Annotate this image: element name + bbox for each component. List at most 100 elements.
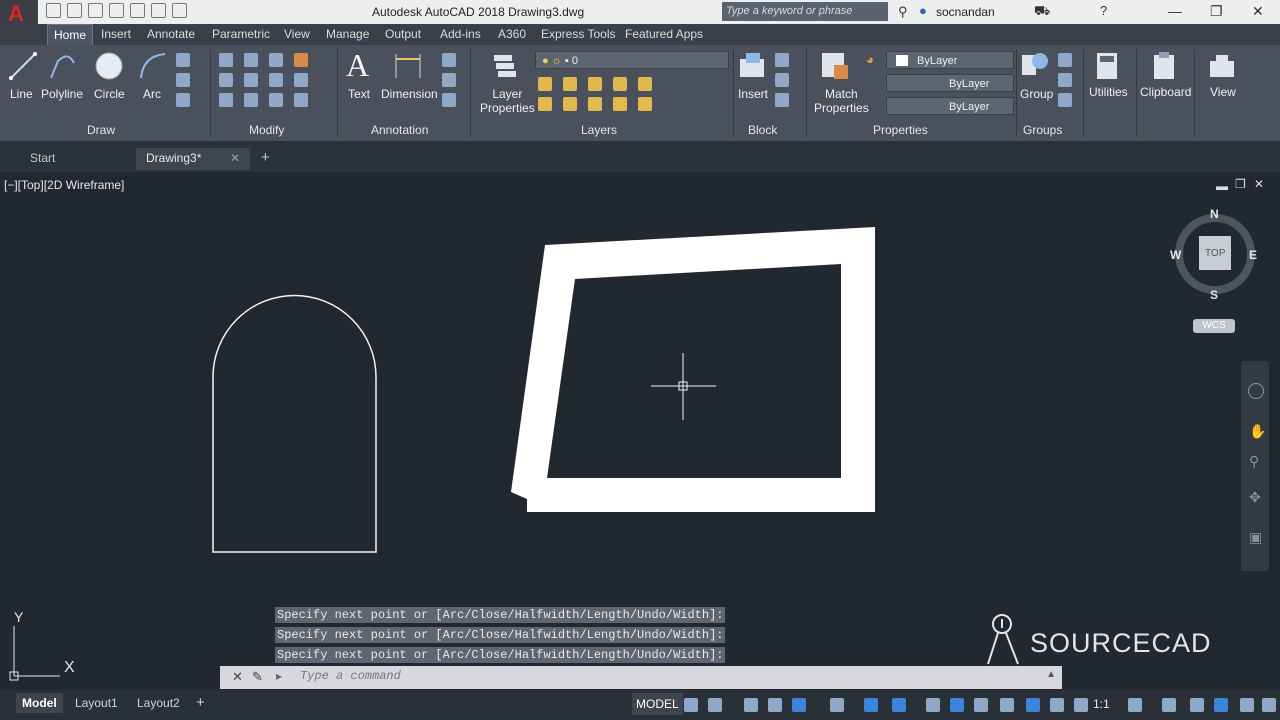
start-tab[interactable]: Start: [20, 148, 135, 170]
rotate-icon[interactable]: [244, 53, 258, 67]
layout2-tab[interactable]: Layout2: [131, 693, 186, 713]
mirror-icon[interactable]: [244, 73, 258, 87]
workspace-gear-icon[interactable]: [1128, 698, 1142, 712]
layer-tool-icon[interactable]: [538, 97, 552, 111]
user-icon[interactable]: ●: [919, 3, 927, 18]
tab-insert[interactable]: Insert: [101, 27, 131, 41]
group-select-icon[interactable]: [1058, 93, 1072, 107]
match-properties-button[interactable]: Match Properties: [814, 87, 869, 115]
model-space-toggle[interactable]: MODEL: [632, 693, 683, 715]
group-button[interactable]: Group: [1020, 87, 1053, 101]
print-icon[interactable]: [130, 3, 145, 18]
layer-tool-icon[interactable]: [588, 97, 602, 111]
tab-view[interactable]: View: [284, 27, 310, 41]
tab-manage[interactable]: Manage: [326, 27, 369, 41]
redo-icon[interactable]: [172, 3, 187, 18]
layer-tool-icon[interactable]: [563, 77, 577, 91]
boundary-icon[interactable]: [176, 93, 190, 107]
lineweight-icon[interactable]: [926, 698, 940, 712]
layer-tool-icon[interactable]: [563, 97, 577, 111]
explode-icon[interactable]: [294, 73, 308, 87]
annotation-panel-title[interactable]: Annotation: [371, 123, 428, 137]
circle-button[interactable]: Circle: [94, 87, 125, 101]
navigation-bar[interactable]: ✋ ⚲ ✥ ▣: [1241, 361, 1269, 571]
move-icon[interactable]: [219, 53, 233, 67]
units-icon[interactable]: [1190, 698, 1204, 712]
text-button[interactable]: Text: [348, 87, 370, 101]
grid-icon[interactable]: [684, 698, 698, 712]
annotation-scale-value[interactable]: 1:1: [1093, 697, 1110, 711]
layer-properties-button[interactable]: Layer Properties: [480, 87, 535, 115]
tab-home[interactable]: Home: [47, 24, 94, 45]
save-icon[interactable]: [88, 3, 103, 18]
new-file-icon[interactable]: [46, 3, 61, 18]
tab-express-tools[interactable]: Express Tools: [541, 27, 615, 41]
isodraft-icon[interactable]: [792, 698, 806, 712]
utilities-button[interactable]: Utilities: [1089, 85, 1128, 99]
tab-annotate[interactable]: Annotate: [147, 27, 195, 41]
ortho-icon[interactable]: [744, 698, 758, 712]
create-block-icon[interactable]: [775, 53, 789, 67]
leader-icon[interactable]: [442, 53, 456, 67]
layer-tool-icon[interactable]: [638, 77, 652, 91]
tab-a360[interactable]: A360: [498, 27, 526, 41]
steering-wheel-icon[interactable]: [1248, 383, 1264, 399]
viewcube-top-face[interactable]: TOP: [1205, 248, 1225, 259]
hardware-acceleration-icon[interactable]: [1214, 698, 1228, 712]
close-tab-icon[interactable]: ✕: [230, 148, 240, 168]
layer-tool-icon[interactable]: [588, 77, 602, 91]
properties-panel-title[interactable]: Properties: [873, 123, 928, 137]
tab-output[interactable]: Output: [385, 27, 421, 41]
compass-west[interactable]: W: [1170, 248, 1181, 262]
selection-cycling-icon[interactable]: [974, 698, 988, 712]
orbit-icon[interactable]: ✥: [1249, 489, 1261, 506]
binoculars-icon[interactable]: ⚲: [898, 4, 908, 20]
clean-screen-icon[interactable]: [1240, 698, 1254, 712]
offset-icon[interactable]: [294, 93, 308, 107]
command-line[interactable]: ✕ ✎ ▸ Type a command ▲: [220, 666, 1062, 689]
close-icon[interactable]: ✕: [1252, 3, 1264, 20]
layer-dropdown[interactable]: ● ☼ ▪ 0: [535, 51, 729, 69]
group-edit-icon[interactable]: [1058, 73, 1072, 87]
autoscale-icon[interactable]: [1050, 698, 1064, 712]
fillet-icon[interactable]: [269, 73, 283, 87]
annotation-visibility-icon[interactable]: [1026, 698, 1040, 712]
scale-icon[interactable]: [244, 93, 258, 107]
wcs-menu[interactable]: WCS: [1193, 319, 1235, 333]
edit-block-icon[interactable]: [775, 73, 789, 87]
modify-panel-title[interactable]: Modify: [249, 123, 284, 137]
sign-in-user[interactable]: socnandan: [936, 5, 995, 19]
layer-tool-icon[interactable]: [613, 77, 627, 91]
maximize-icon[interactable]: ❐: [1210, 3, 1223, 20]
command-prompt-icon[interactable]: ▸: [276, 669, 282, 683]
close-command-line-icon[interactable]: ✕: [232, 669, 243, 685]
compass-north[interactable]: N: [1210, 207, 1219, 221]
tab-add-ins[interactable]: Add-ins: [440, 27, 481, 41]
tab-parametric[interactable]: Parametric: [212, 27, 270, 41]
layers-panel-title[interactable]: Layers: [581, 123, 617, 137]
multileader-icon[interactable]: [442, 73, 456, 87]
block-panel-title[interactable]: Block: [748, 123, 777, 137]
arc-button[interactable]: Arc: [143, 87, 161, 101]
layer-tool-icon[interactable]: [638, 97, 652, 111]
undo-icon[interactable]: [151, 3, 166, 18]
showmotion-icon[interactable]: ▣: [1249, 529, 1262, 546]
add-layout-icon[interactable]: +: [196, 694, 205, 711]
copy-icon[interactable]: [219, 73, 233, 87]
open-file-icon[interactable]: [67, 3, 82, 18]
transparency-icon[interactable]: [950, 698, 964, 712]
attribute-icon[interactable]: [775, 93, 789, 107]
cart-icon[interactable]: ⛟: [1034, 3, 1050, 21]
annotation-scale-icon[interactable]: [1074, 698, 1088, 712]
polar-icon[interactable]: [768, 698, 782, 712]
new-tab-icon[interactable]: +: [261, 149, 270, 166]
polyline-button[interactable]: Polyline: [41, 87, 83, 101]
help-icon[interactable]: ?: [1100, 3, 1107, 18]
linetype-dropdown[interactable]: ByLayer: [886, 74, 1014, 92]
command-input[interactable]: Type a command: [300, 669, 401, 683]
pan-icon[interactable]: ✋: [1249, 423, 1266, 440]
array-icon[interactable]: [269, 93, 283, 107]
layer-tool-icon[interactable]: [538, 77, 552, 91]
view-button[interactable]: View: [1210, 85, 1236, 99]
customization-icon[interactable]: [1262, 698, 1276, 712]
